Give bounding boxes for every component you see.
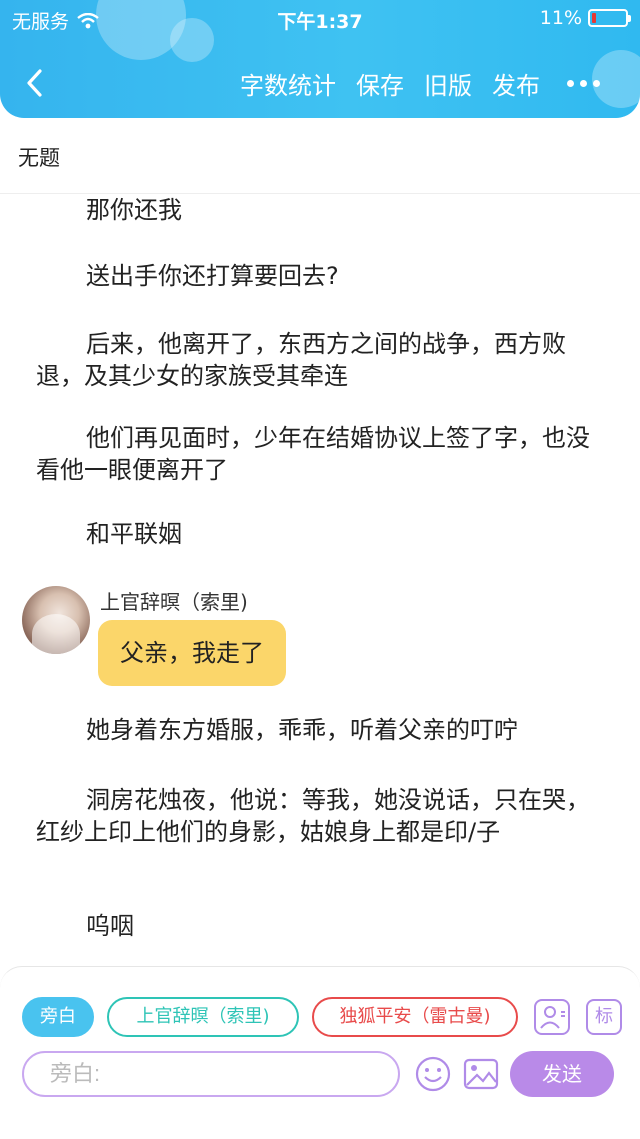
save-button[interactable]: 保存 bbox=[356, 66, 404, 101]
document-title: 无题 bbox=[18, 146, 60, 170]
word-count-button[interactable]: 字数统计 bbox=[240, 66, 336, 101]
document-title-row[interactable]: 无题 bbox=[0, 118, 640, 194]
message-input[interactable] bbox=[22, 1051, 400, 1097]
narration-paragraph: 那你还我 bbox=[86, 196, 182, 224]
narration-paragraph: 呜咽 bbox=[86, 912, 134, 940]
narration-paragraph: 她身着东方婚服，乖乖，听着父亲的叮咛 bbox=[86, 716, 518, 744]
image-icon[interactable] bbox=[462, 1055, 500, 1093]
story-content[interactable]: 那你还我 送出手你还打算要回去? 后来，他离开了，东西方之间的战争，西方败退，及… bbox=[0, 194, 640, 966]
top-header: 无服务 下午1:37 11% 字数统计 保存 旧版 发布 bbox=[0, 0, 640, 118]
avatar[interactable] bbox=[22, 586, 90, 654]
old-version-button[interactable]: 旧版 bbox=[424, 66, 472, 101]
publish-button[interactable]: 发布 bbox=[492, 66, 540, 101]
narration-paragraph: 送出手你还打算要回去? bbox=[86, 262, 339, 290]
status-bar: 无服务 下午1:37 11% bbox=[0, 0, 640, 36]
nav-bar: 字数统计 保存 旧版 发布 bbox=[0, 56, 640, 110]
emoji-icon[interactable] bbox=[414, 1055, 452, 1093]
battery-icon bbox=[588, 9, 631, 27]
send-button[interactable]: 发送 bbox=[510, 1051, 614, 1097]
role-chip-duhu[interactable]: 独狐平安（雷古曼) bbox=[312, 997, 518, 1037]
tag-icon[interactable]: 标 bbox=[586, 999, 622, 1035]
nav-actions: 字数统计 保存 旧版 发布 bbox=[240, 66, 540, 101]
speech-bubble[interactable]: 父亲，我走了 bbox=[98, 620, 286, 686]
battery-text: 11% bbox=[539, 7, 582, 29]
more-dots-icon[interactable] bbox=[567, 80, 600, 87]
role-chip-shangguan[interactable]: 上官辞暝（索里) bbox=[107, 997, 299, 1037]
role-chip-narration[interactable]: 旁白 bbox=[22, 997, 94, 1037]
person-icon[interactable] bbox=[534, 999, 570, 1035]
narration-paragraph: 洞房花烛夜，他说：等我，她没说话，只在哭，红纱上印上他们的身影，姑娘身上都是印/… bbox=[36, 786, 590, 846]
narration-paragraph: 他们再见面时，少年在结婚协议上签了字，也没看他一眼便离开了 bbox=[36, 424, 590, 484]
narration-paragraph: 和平联姻 bbox=[86, 520, 182, 548]
chevron-left-icon[interactable] bbox=[24, 68, 46, 98]
composer-panel: 旁白 上官辞暝（索里) 独狐平安（雷古曼) 标 发送 bbox=[0, 966, 640, 1097]
speaker-name: 上官辞暝（索里) bbox=[100, 590, 248, 614]
battery-fill bbox=[592, 13, 596, 23]
dialogue-item[interactable]: 上官辞暝（索里) 父亲，我走了 bbox=[22, 586, 622, 696]
narration-paragraph: 后来，他离开了，东西方之间的战争，西方败退，及其少女的家族受其牵连 bbox=[36, 330, 566, 390]
